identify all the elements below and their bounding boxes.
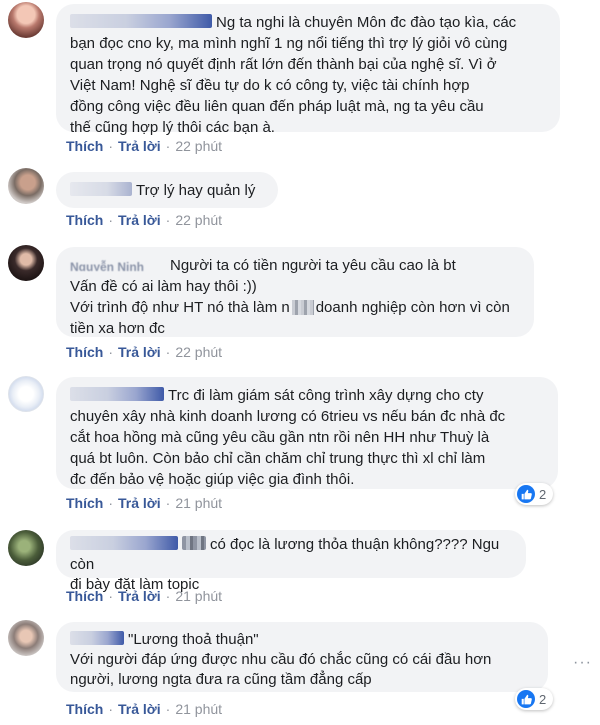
reply-link[interactable]: Trả lời [118, 588, 161, 604]
comment-text-line: Với trình độ như HT nó thà làm n [70, 299, 290, 316]
comment-time[interactable]: 21 phút [175, 701, 222, 717]
comment-text-line: Vấn đề có ai làm hay thôi :)) [70, 278, 257, 295]
separator: · [165, 701, 171, 717]
reaction-count[interactable]: 2 [515, 483, 554, 505]
comment-text-line: Trc đi làm giám sát công trình xây dựng … [168, 387, 484, 404]
comment-text-line: đc đến bảo vệ hoặc giúp việc gia đình th… [70, 471, 355, 488]
commenter-name[interactable] [70, 631, 124, 646]
comment-text-line: "Lương thoả thuận" [128, 631, 259, 648]
reply-link[interactable]: Trả lời [118, 212, 161, 228]
comment-bubble: Nguyễn Ninh Người ta có tiền người ta yêu… [56, 247, 534, 337]
avatar[interactable] [8, 620, 44, 656]
separator: · [165, 588, 171, 604]
comment-text-line: quan trọng nó quyết định rất lớn đến thà… [70, 56, 497, 73]
comment-text-line: quá bt luôn. Còn bảo chỉ cần chăm chỉ tr… [70, 450, 486, 467]
separator: · [108, 701, 114, 717]
separator: · [165, 138, 171, 154]
thumbs-up-icon [517, 485, 535, 503]
separator: · [108, 344, 114, 360]
comment-bubble: Trc đi làm giám sát công trình xây dựng … [56, 377, 558, 489]
like-link[interactable]: Thích [66, 138, 103, 154]
comment-time[interactable]: 22 phút [175, 138, 222, 154]
reaction-count[interactable]: 2 [515, 688, 554, 710]
comment-text-line: thế cũng hợp lý thôi các bạn à. [70, 119, 275, 136]
comment-actions: Thích · Trả lời · 22 phút [66, 344, 222, 360]
commenter-name[interactable]: Nguyễn Ninh [70, 257, 170, 271]
separator: · [108, 495, 114, 511]
comment-text-line: Người ta có tiền người ta yêu cầu cao là… [170, 257, 456, 274]
comment-bubble: Trợ lý hay quản lý [56, 172, 278, 208]
avatar[interactable] [8, 376, 44, 412]
comment-text-line: Ng ta nghi là chuyên Môn đc đào tạo kìa,… [216, 14, 517, 31]
comment-time[interactable]: 22 phút [175, 344, 222, 360]
more-options-icon[interactable]: ··· [573, 654, 592, 672]
like-link[interactable]: Thích [66, 495, 103, 511]
comment-text-line: Với người đáp ứng được nhu cầu đó chắc c… [70, 651, 492, 668]
comment-actions: Thích · Trả lời · 22 phút [66, 138, 222, 154]
commenter-name[interactable] [70, 387, 164, 402]
comment-text-line: doanh nghiệp còn hơn vì còn [315, 299, 510, 316]
comment-text-line: người, lương ngta đưa ra cũng tầm đẳng c… [70, 671, 372, 688]
comment-text-line: tiền xa hơn đc [70, 320, 165, 337]
comment-text-line: chuyên xây nhà kinh doanh lương có 6trie… [70, 408, 506, 425]
reply-link[interactable]: Trả lời [118, 344, 161, 360]
avatar[interactable] [8, 2, 44, 38]
comment-bubble: có đọc là lương thỏa thuận không???? Ngu… [56, 530, 526, 593]
comment-time[interactable]: 22 phút [175, 212, 222, 228]
reply-link[interactable]: Trả lời [118, 495, 161, 511]
separator: · [108, 212, 114, 228]
like-link[interactable]: Thích [66, 212, 103, 228]
avatar[interactable] [8, 245, 44, 281]
censored-text [291, 299, 314, 315]
avatar[interactable] [8, 530, 44, 566]
separator: · [108, 588, 114, 604]
comment-actions: Thích · Trả lời · 21 phút [66, 588, 222, 604]
reaction-number: 2 [539, 691, 547, 707]
commenter-name[interactable] [70, 14, 212, 29]
comment-time[interactable]: 21 phút [175, 588, 222, 604]
commenter-name[interactable] [70, 182, 132, 197]
separator: · [165, 344, 171, 360]
like-link[interactable]: Thích [66, 344, 103, 360]
like-link[interactable]: Thích [66, 701, 103, 717]
comment-actions: Thích · Trả lời · 22 phút [66, 212, 222, 228]
comment-text-line: Việt Nam! Nghệ sĩ đều tự do k có công ty… [70, 77, 470, 94]
like-link[interactable]: Thích [66, 588, 103, 604]
comment-text-line: cắt hoa hồng mà cũng yêu cầu gần ntn rồi… [70, 429, 490, 446]
separator: · [165, 212, 171, 228]
comment-actions: Thích · Trả lời · 21 phút [66, 495, 222, 511]
thumbs-up-icon [517, 690, 535, 708]
comment-time[interactable]: 21 phút [175, 495, 222, 511]
commenter-name[interactable] [70, 536, 178, 551]
comment-bubble: Ng ta nghi là chuyên Môn đc đào tạo kìa,… [56, 4, 560, 136]
avatar[interactable] [8, 168, 44, 204]
comment-actions: Thích · Trả lời · 21 phút [66, 701, 222, 717]
comment-text-line: Trợ lý hay quản lý [136, 182, 256, 199]
comment-text-line: đồng công việc đều liên quan đến pháp lu… [70, 98, 484, 115]
separator: · [108, 138, 114, 154]
commenter-name-censored [182, 536, 206, 551]
separator: · [165, 495, 171, 511]
comment-bubble: "Lương thoả thuận" Với người đáp ứng đượ… [56, 622, 548, 692]
reply-link[interactable]: Trả lời [118, 701, 161, 717]
reaction-number: 2 [539, 486, 547, 502]
reply-link[interactable]: Trả lời [118, 138, 161, 154]
comment-text-line: bạn đọc cno ky, ma mình nghĩ 1 ng nổi ti… [70, 35, 508, 52]
